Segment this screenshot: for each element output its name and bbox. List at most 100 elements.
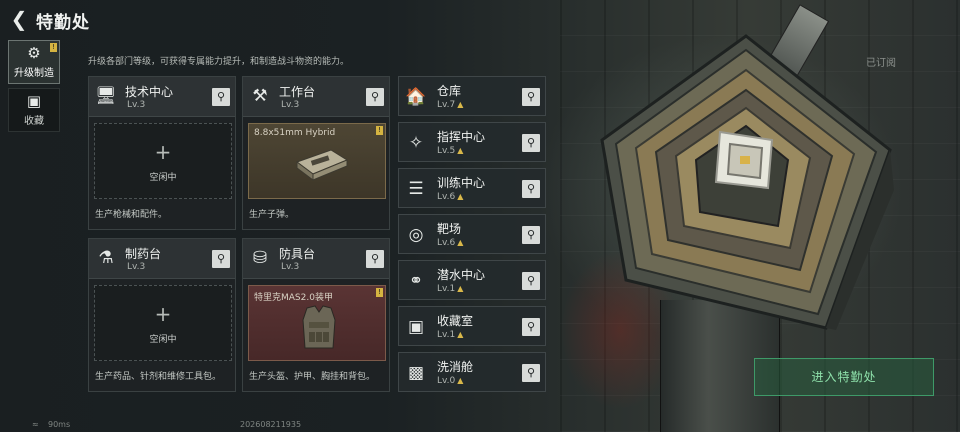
card-header: 🖥 技术中心 Lv.3 ⚲ xyxy=(89,77,235,117)
search-icon[interactable]: ⚲ xyxy=(522,134,540,152)
plus-icon: + xyxy=(154,140,172,164)
training-center-icon: ☰ xyxy=(408,179,424,199)
ammo-box-image xyxy=(295,149,349,181)
tech-center-icon: 🖥 xyxy=(95,86,117,106)
shooting-range-icon: ◎ xyxy=(408,225,424,245)
facility-name: 仓库 xyxy=(437,84,462,98)
armor-bench-icon: ⛁ xyxy=(252,248,268,268)
search-icon[interactable]: ⚲ xyxy=(366,88,384,106)
search-icon[interactable]: ⚲ xyxy=(212,250,230,268)
plus-icon: + xyxy=(154,302,172,326)
item-name: 8.8x51mm Hybrid xyxy=(254,128,336,138)
card-level: Lv.3 xyxy=(281,100,300,110)
page-description: 升级各部门等级，可获得专属能力提升，和制造战斗物资的能力。 xyxy=(88,57,350,67)
status-bar: ≈ 90ms 202608211935 xyxy=(12,420,412,432)
search-icon[interactable]: ⚲ xyxy=(522,180,540,198)
upgrade-arrow-icon: ▲ xyxy=(457,284,464,293)
upgrade-craft-icon: ⚙ xyxy=(27,44,41,62)
alert-badge: ! xyxy=(50,43,57,52)
facility-level: Lv.1 ▲ xyxy=(437,284,464,294)
alert-badge: ! xyxy=(376,288,383,297)
search-icon[interactable]: ⚲ xyxy=(522,226,540,244)
card-header: ⚗ 制药台 Lv.3 ⚲ xyxy=(89,239,235,279)
workbench-card-armor[interactable]: ⛁ 防具台 Lv.3 ⚲ 特里克MAS2.0装甲 ! 生产头盔、护甲、胸挂和背包… xyxy=(242,238,390,392)
production-slot-item[interactable]: 特里克MAS2.0装甲 ! xyxy=(248,285,386,361)
back-arrow-icon[interactable]: ❮ xyxy=(8,9,30,31)
facility-decon-chamber[interactable]: ▩ 洗消舱 Lv.0 ▲ ⚲ xyxy=(398,352,546,392)
facility-name: 指挥中心 xyxy=(437,130,486,144)
card-name: 制药台 xyxy=(125,247,162,261)
facility-level: Lv.6 ▲ xyxy=(437,238,464,248)
side-nav: ⚙ 升级制造 ! ▣ 收藏 xyxy=(8,40,62,136)
facility-name: 收藏室 xyxy=(437,314,474,328)
card-level: Lv.3 xyxy=(127,262,146,272)
ping-readout: 90ms xyxy=(48,420,71,429)
facility-level: Lv.7 ▲ xyxy=(437,100,464,110)
workbench-card-workbench[interactable]: ⚒ 工作台 Lv.3 ⚲ 8.8x51mm Hybrid ! 生产子弹。 xyxy=(242,76,390,230)
card-header: ⚒ 工作台 Lv.3 ⚲ xyxy=(243,77,389,117)
search-icon[interactable]: ⚲ xyxy=(366,250,384,268)
warehouse-icon: 🏠 xyxy=(405,87,427,107)
nav-label: 升级制造 xyxy=(14,68,54,79)
item-name: 特里克MAS2.0装甲 xyxy=(254,293,333,303)
upgrade-arrow-icon: ▲ xyxy=(457,146,464,155)
rotating-cube-image xyxy=(600,34,894,330)
facility-warehouse[interactable]: 🏠 仓库 Lv.7 ▲ ⚲ xyxy=(398,76,546,116)
card-description: 生产药品、针剂和维修工具包。 xyxy=(95,372,222,382)
search-icon[interactable]: ⚲ xyxy=(522,272,540,290)
collection-room-icon: ▣ xyxy=(407,317,425,337)
workbench-icon: ⚒ xyxy=(252,86,268,106)
idle-label: 空闲中 xyxy=(149,173,177,183)
search-icon[interactable]: ⚲ xyxy=(522,318,540,336)
card-name: 防具台 xyxy=(279,247,316,261)
diving-center-icon: ⚭ xyxy=(408,271,424,291)
facility-level: Lv.5 ▲ xyxy=(437,146,464,156)
facility-name: 洗消舱 xyxy=(437,360,474,374)
card-description: 生产枪械和配件。 xyxy=(95,210,168,220)
upgrade-arrow-icon: ▲ xyxy=(457,376,464,385)
card-name: 技术中心 xyxy=(125,85,174,99)
facility-shooting-range[interactable]: ◎ 靶场 Lv.6 ▲ ⚲ xyxy=(398,214,546,254)
facility-level: Lv.0 ▲ xyxy=(437,376,464,386)
search-icon[interactable]: ⚲ xyxy=(212,88,230,106)
facility-training-center[interactable]: ☰ 训练中心 Lv.6 ▲ ⚲ xyxy=(398,168,546,208)
production-slot-empty[interactable]: + 空闲中 xyxy=(94,285,232,361)
production-slot-item[interactable]: 8.8x51mm Hybrid ! xyxy=(248,123,386,199)
facility-level: Lv.6 ▲ xyxy=(437,192,464,202)
production-slot-empty[interactable]: + 空闲中 xyxy=(94,123,232,199)
idle-label: 空闲中 xyxy=(149,335,177,345)
workbench-card-pharmacy[interactable]: ⚗ 制药台 Lv.3 ⚲ + 空闲中 生产药品、针剂和维修工具包。 xyxy=(88,238,236,392)
page-title: 特勤处 xyxy=(36,13,90,33)
card-level: Lv.3 xyxy=(281,262,300,272)
command-center-icon: ✧ xyxy=(408,133,424,153)
card-description: 生产头盔、护甲、胸挂和背包。 xyxy=(249,372,376,382)
subscribed-label: 已订阅 xyxy=(866,58,896,69)
facility-level: Lv.1 ▲ xyxy=(437,330,464,340)
nav-collection[interactable]: ▣ 收藏 xyxy=(8,88,60,132)
enter-special-ops-button[interactable]: 进入特勤处 xyxy=(754,358,934,396)
card-level: Lv.3 xyxy=(127,100,146,110)
search-icon[interactable]: ⚲ xyxy=(522,364,540,382)
facility-collection-room[interactable]: ▣ 收藏室 Lv.1 ▲ ⚲ xyxy=(398,306,546,346)
alert-badge: ! xyxy=(376,126,383,135)
nav-label: 收藏 xyxy=(24,116,44,127)
build-number: 202608211935 xyxy=(240,420,302,429)
nav-upgrade-craft[interactable]: ⚙ 升级制造 ! xyxy=(8,40,60,84)
top-bar: ❮ 特勤处 xyxy=(0,0,960,40)
card-header: ⛁ 防具台 Lv.3 ⚲ xyxy=(243,239,389,279)
upgrade-arrow-icon: ▲ xyxy=(457,238,464,247)
facility-name: 训练中心 xyxy=(437,176,486,190)
decon-chamber-icon: ▩ xyxy=(407,363,425,383)
workbench-card-tech-center[interactable]: 🖥 技术中心 Lv.3 ⚲ + 空闲中 生产枪械和配件。 xyxy=(88,76,236,230)
facility-name: 潜水中心 xyxy=(437,268,486,282)
armor-vest-image xyxy=(302,305,336,349)
facility-diving-center[interactable]: ⚭ 潜水中心 Lv.1 ▲ ⚲ xyxy=(398,260,546,300)
card-name: 工作台 xyxy=(279,85,316,99)
facility-command-center[interactable]: ✧ 指挥中心 Lv.5 ▲ ⚲ xyxy=(398,122,546,162)
pharmacy-icon: ⚗ xyxy=(98,248,114,268)
wifi-icon: ≈ xyxy=(32,420,39,429)
search-icon[interactable]: ⚲ xyxy=(522,88,540,106)
upgrade-arrow-icon: ▲ xyxy=(457,100,464,109)
card-description: 生产子弹。 xyxy=(249,210,295,220)
collection-icon: ▣ xyxy=(26,92,42,110)
